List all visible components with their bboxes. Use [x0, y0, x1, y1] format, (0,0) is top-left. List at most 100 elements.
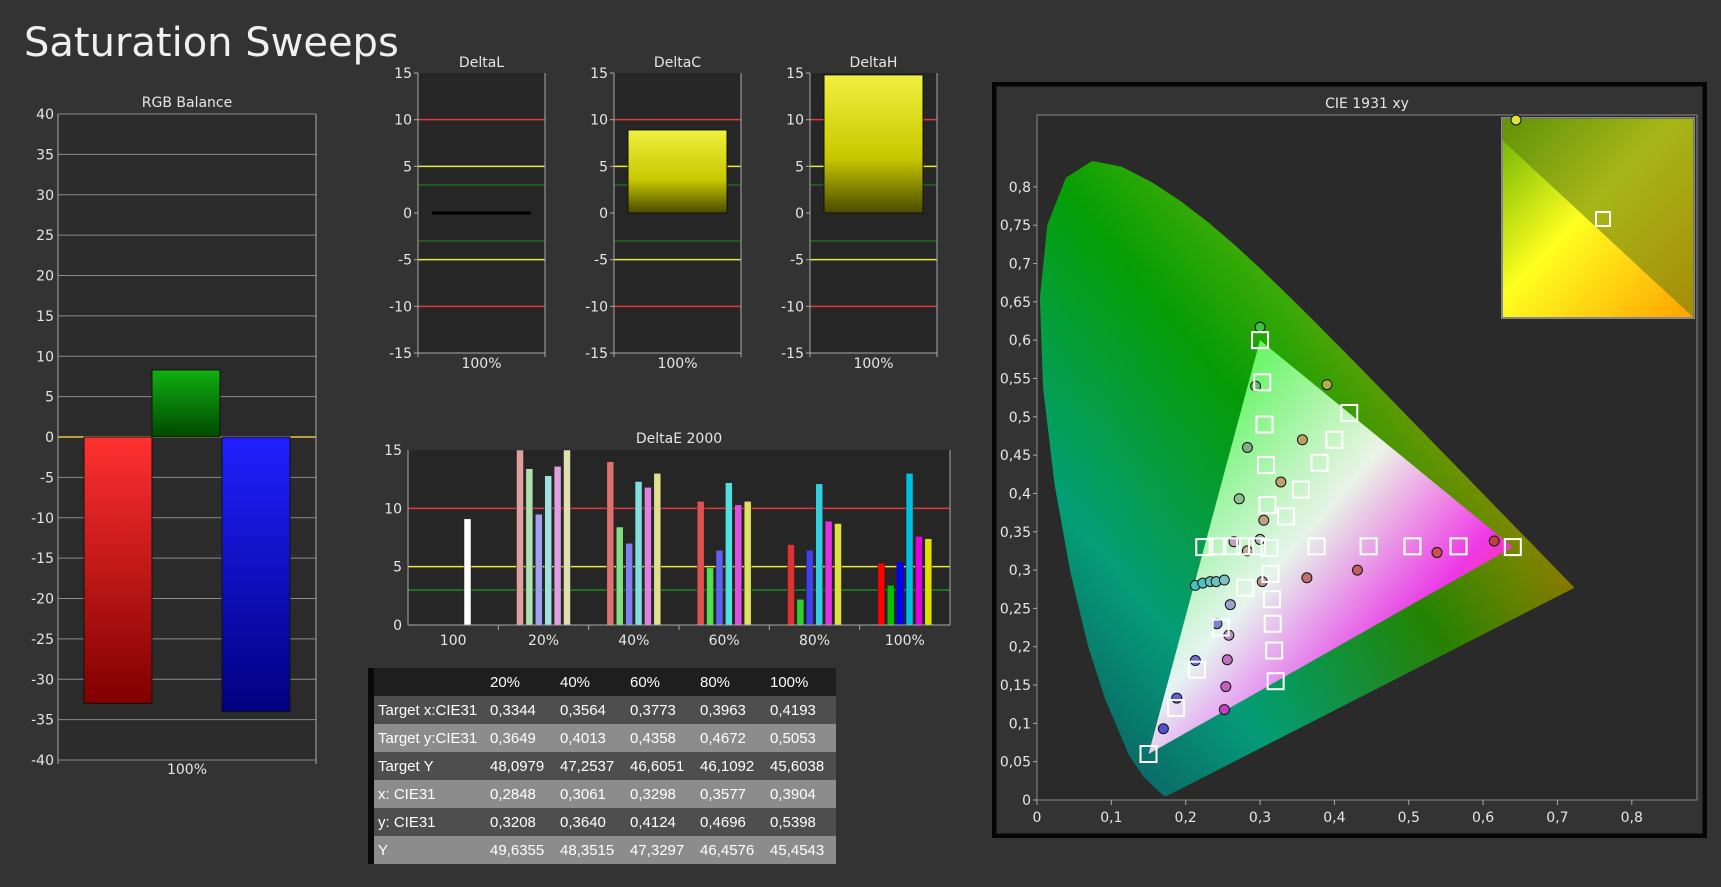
plot-area	[408, 450, 950, 625]
row-label: x: CIE31	[378, 785, 436, 803]
bar	[806, 550, 814, 626]
y-tick-label: -10	[585, 299, 608, 315]
x-tick-label: 0,3	[1249, 810, 1271, 826]
measured-point	[1241, 441, 1253, 453]
y-tick-label: -5	[594, 253, 608, 269]
data-table: 20% 40% 60% 80% 100% Target x:CIE31 0,33…	[368, 668, 836, 864]
x-tick-label: 0,2	[1175, 810, 1197, 826]
y-tick-label: 15	[36, 309, 54, 325]
table-header-cell: 20%	[490, 673, 521, 691]
table-cell: 0,5398	[770, 813, 816, 831]
bar	[535, 513, 543, 626]
bar	[615, 526, 624, 626]
table-cell: 48,3515	[560, 841, 615, 859]
y-tick-label: 10	[36, 349, 54, 365]
table-cell: 46,1092	[700, 757, 755, 775]
y-tick-label: 10	[786, 113, 804, 129]
y-tick-label: 25	[36, 228, 54, 244]
y-tick-label: 35	[36, 147, 54, 163]
table-cell: 48,0979	[490, 757, 545, 775]
y-tick-label: 0,35	[1000, 525, 1031, 541]
bar	[823, 74, 924, 214]
measured-point	[1258, 514, 1270, 526]
bar	[625, 543, 633, 626]
measured-point	[1488, 535, 1500, 547]
y-tick-label: -15	[389, 346, 412, 362]
table-row: x: CIE31 0,2848 0,3061 0,3298 0,3577 0,3…	[368, 780, 836, 808]
table-cell: 46,6051	[630, 757, 685, 775]
measured-point	[1220, 681, 1232, 693]
x-tick-label: 100%	[461, 356, 501, 372]
bar	[463, 518, 472, 626]
table-cell: 0,3963	[700, 701, 746, 719]
x-tick-label: 0,6	[1472, 810, 1494, 826]
table-row: Target x:CIE31 0,3344 0,3564 0,3773 0,39…	[368, 696, 836, 724]
y-tick-label: 5	[599, 159, 608, 175]
y-tick-label: 10	[384, 501, 402, 517]
table-cell: 47,2537	[560, 757, 615, 775]
table-cell: 45,4543	[770, 841, 825, 859]
y-tick-label: 0,55	[1000, 371, 1031, 387]
bar	[815, 483, 823, 626]
bar	[787, 544, 795, 626]
y-tick-label: 15	[786, 66, 804, 82]
measured-point	[1431, 546, 1443, 558]
table-cell: 0,3640	[560, 813, 606, 831]
row-label: Y	[378, 841, 389, 859]
table-cell: 0,5053	[770, 729, 816, 747]
table-cell: 0,3577	[700, 785, 746, 803]
x-tick-label: 100	[440, 633, 467, 649]
x-tick-label: 40%	[618, 633, 649, 649]
bar	[796, 599, 805, 626]
y-tick-label: 0,75	[1000, 218, 1031, 234]
measured-point	[1296, 434, 1308, 446]
measured-point	[1218, 574, 1230, 586]
row-label: Target Y	[378, 757, 434, 775]
measured-point	[1233, 493, 1245, 505]
y-tick-label: 15	[590, 66, 608, 82]
bar	[896, 561, 904, 626]
y-tick-label: 5	[403, 159, 412, 175]
measured-point	[1224, 599, 1236, 611]
y-tick-label: -15	[585, 346, 608, 362]
y-tick-label: 0,05	[1000, 755, 1031, 771]
table-header-cell: 100%	[770, 673, 809, 691]
page-title: Saturation Sweeps	[24, 20, 399, 66]
table-header-cell	[374, 668, 486, 696]
y-tick-label: 0	[599, 206, 608, 222]
measured-point	[1301, 572, 1313, 584]
table-cell: 45,6038	[770, 757, 825, 775]
y-tick-label: 15	[384, 443, 402, 459]
chart-title: DeltaC	[654, 55, 701, 71]
x-tick-label: 100%	[885, 633, 925, 649]
y-tick-label: -35	[31, 713, 54, 729]
y-tick-label: -5	[398, 253, 412, 269]
rgb-balance-chart: -40 -35 -30 -25 -20 -15 -10 -5 0 5 10 15 20 25 30 35 40 R…	[31, 95, 317, 778]
y-tick-label: 5	[393, 560, 402, 576]
measured-point	[1221, 654, 1233, 666]
y-tick-label: -30	[31, 672, 54, 688]
inset-measured-point	[1510, 114, 1522, 126]
delta-e-2000-chart: DeltaE 2000 0 5 10 15 100 20% 40% 60% 80% 100%	[384, 431, 951, 649]
chart-title: CIE 1931 xy	[1325, 96, 1409, 112]
table-cell: 0,3061	[560, 785, 606, 803]
bar	[706, 567, 714, 626]
bar	[553, 466, 562, 626]
bar	[743, 501, 752, 626]
table-cell: 0,3773	[630, 701, 676, 719]
table-header-cell: 60%	[630, 673, 661, 691]
table-row: Target y:CIE31 0,3649 0,4013 0,4358 0,46…	[368, 724, 836, 752]
y-tick-label: 0,15	[1000, 678, 1031, 694]
bar	[877, 562, 886, 626]
y-tick-label: 0,4	[1009, 486, 1031, 502]
measured-point	[1351, 564, 1363, 576]
y-tick-label: 0,25	[1000, 601, 1031, 617]
y-tick-label: 5	[45, 390, 54, 406]
bar	[634, 481, 643, 626]
y-tick-label: -10	[389, 299, 412, 315]
table-cell: 0,3344	[490, 701, 536, 719]
bar	[525, 468, 534, 626]
row-label: Target y:CIE31	[378, 729, 478, 747]
delta-h-chart: DeltaH -15 -10 -5 0 5 10 15 100%	[781, 55, 938, 372]
row-label: y: CIE31	[378, 813, 436, 831]
